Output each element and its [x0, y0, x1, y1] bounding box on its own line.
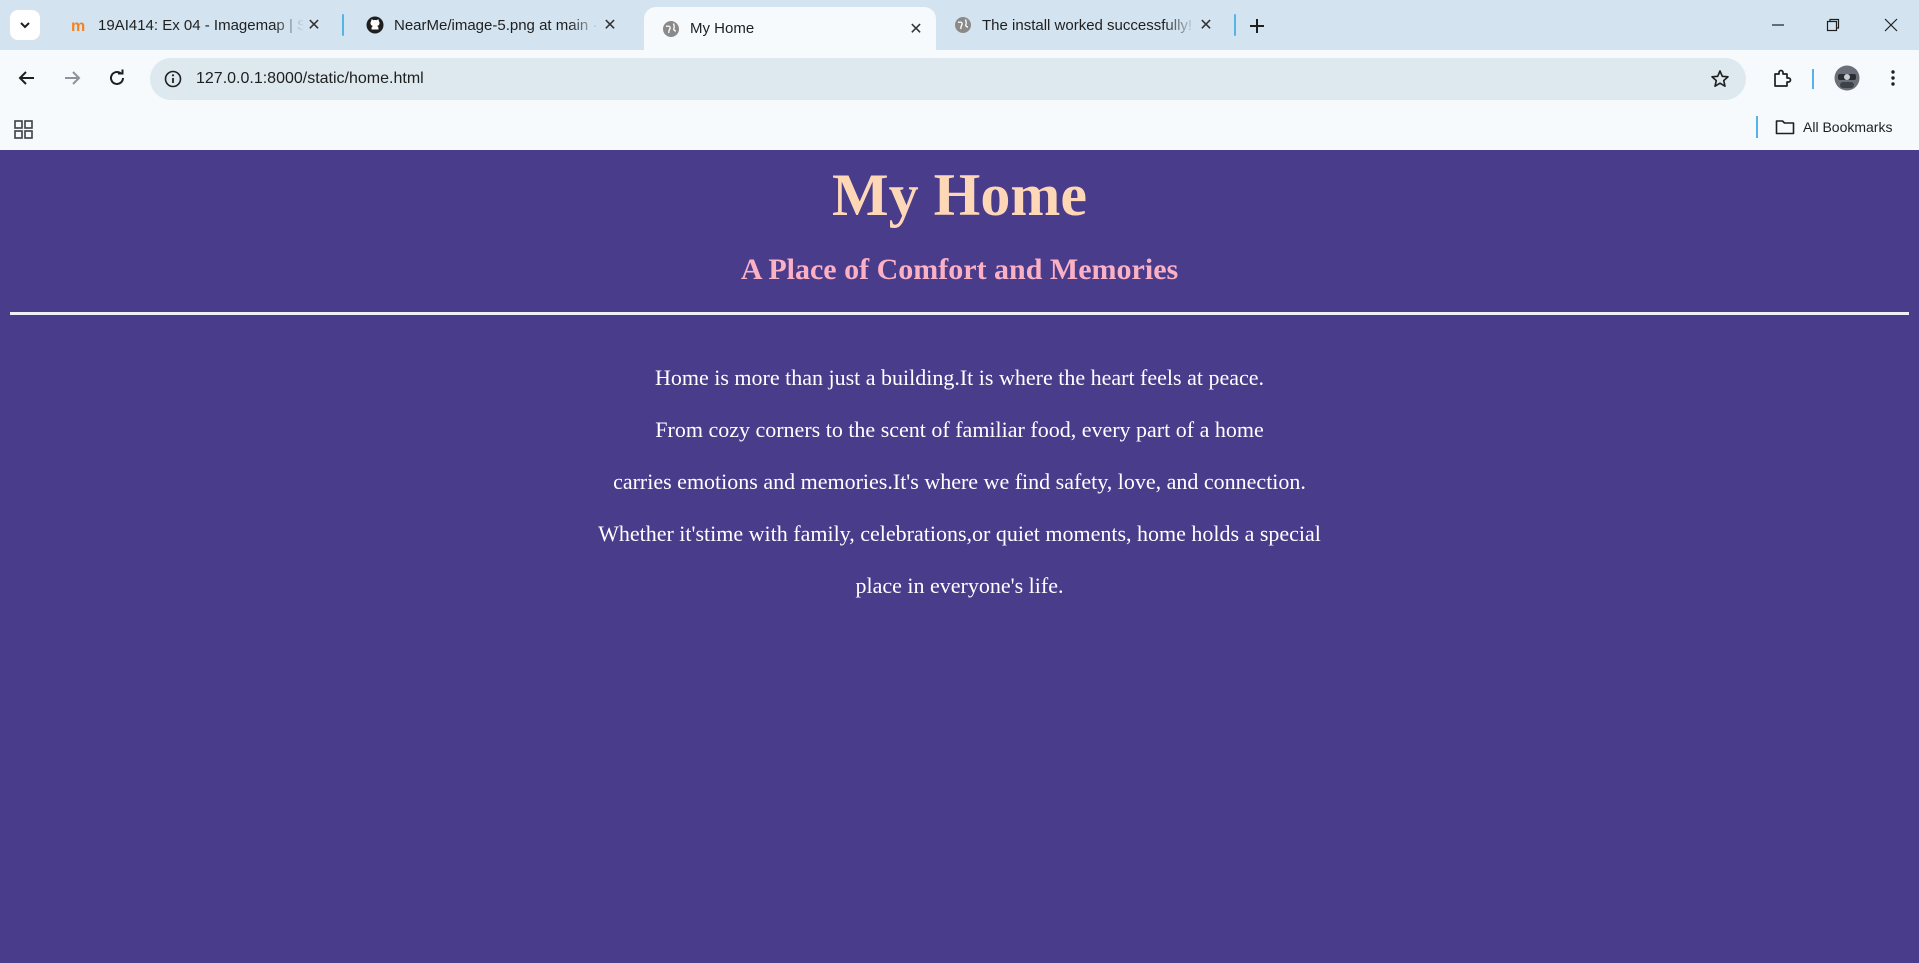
paragraph-line: carries emotions and memories.It's where… [613, 469, 1306, 494]
url-text[interactable]: 127.0.0.1:8000/static/home.html [196, 70, 424, 88]
all-bookmarks-label: All Bookmarks [1803, 119, 1893, 135]
tab-github[interactable]: NearMe/image-5.png at main · ✕ [348, 8, 630, 42]
restore-button[interactable] [1818, 10, 1848, 40]
all-bookmarks-button[interactable]: All Bookmarks [1775, 114, 1892, 140]
minimize-icon [1772, 24, 1784, 26]
tab-title: 19AI414: Ex 04 - Imagemap | SE [98, 16, 304, 34]
restore-icon [1826, 18, 1840, 32]
page-subtitle: A Place of Comfort and Memories [740, 253, 1179, 286]
profile-avatar[interactable] [1831, 62, 1863, 94]
apps-grid-icon[interactable] [12, 118, 36, 142]
globe-icon [954, 16, 972, 34]
bookmarks-bar: All Bookmarks [0, 108, 1919, 150]
reload-icon [110, 69, 124, 85]
page-content: My Home A Place of Comfort and Memories … [0, 151, 1919, 963]
page-title: My Home [832, 162, 1087, 228]
plus-icon [1250, 19, 1264, 33]
home-description: Home is more than just a building.It is … [0, 352, 1919, 612]
address-bar[interactable]: 127.0.0.1:8000/static/home.html [150, 58, 1746, 100]
puzzle-icon [1774, 69, 1792, 87]
bookmarks-separator [1756, 116, 1758, 138]
close-icon [1884, 18, 1898, 32]
tab-separator [1234, 14, 1236, 36]
minimize-button[interactable] [1763, 10, 1793, 40]
globe-icon [662, 20, 680, 38]
paragraph-line: Home is more than just a building.It is … [654, 365, 1265, 390]
horizontal-rule [10, 312, 1909, 315]
svg-text:m: m [71, 18, 85, 34]
paragraph-line: Whether it'stime with family, celebratio… [598, 521, 1321, 546]
tab-strip: m 19AI414: Ex 04 - Imagemap | SE ✕ NearM… [0, 0, 1919, 50]
chevron-down-icon [20, 22, 30, 29]
tab-install-worked[interactable]: The install worked successfully! ✕ [936, 8, 1226, 42]
back-button[interactable] [11, 62, 43, 94]
tab-imagemap[interactable]: m 19AI414: Ex 04 - Imagemap | SE ✕ [52, 8, 334, 42]
paragraph-line: From cozy corners to the scent of famili… [655, 417, 1264, 442]
extensions-button[interactable] [1766, 62, 1798, 94]
site-info-icon[interactable] [160, 66, 186, 92]
close-icon[interactable]: ✕ [1196, 15, 1216, 35]
folder-icon [1775, 118, 1795, 136]
github-icon [366, 16, 384, 34]
tab-title: NearMe/image-5.png at main · [394, 16, 598, 34]
close-icon[interactable]: ✕ [906, 19, 926, 39]
forward-button[interactable] [56, 62, 88, 94]
moodle-icon: m [70, 16, 88, 34]
window-close-button[interactable] [1876, 10, 1906, 40]
tab-title: The install worked successfully! [982, 16, 1193, 34]
chrome-menu-button[interactable] [1877, 62, 1909, 94]
paragraph-line: place in everyone's life. [855, 573, 1064, 598]
toolbar-separator [1812, 69, 1814, 89]
arrow-right-icon [65, 71, 81, 85]
more-vertical-icon [1891, 70, 1895, 86]
close-icon[interactable]: ✕ [600, 15, 620, 35]
tab-my-home[interactable]: My Home ✕ [644, 7, 936, 50]
reload-button[interactable] [101, 62, 133, 94]
browser-toolbar: 127.0.0.1:8000/static/home.html [0, 50, 1919, 108]
tab-separator [342, 14, 344, 36]
arrow-left-icon [18, 71, 34, 85]
tab-search-button[interactable] [10, 10, 40, 40]
bookmark-star-icon[interactable] [1708, 67, 1732, 91]
close-icon[interactable]: ✕ [304, 15, 324, 35]
avatar-icon [1834, 65, 1860, 91]
tab-title: My Home [690, 20, 755, 37]
new-tab-button[interactable] [1243, 12, 1271, 40]
